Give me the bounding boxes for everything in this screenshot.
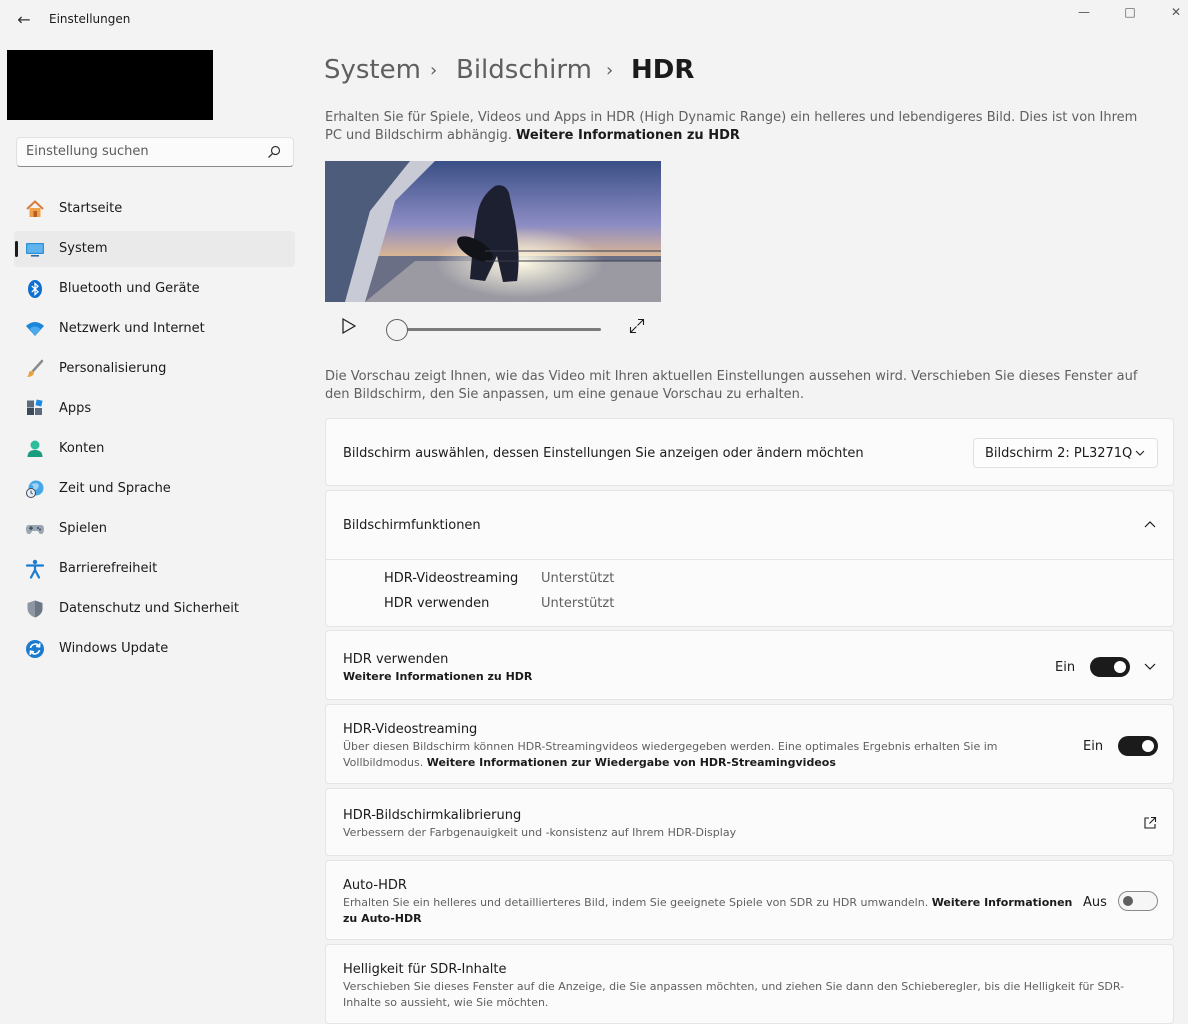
fullscreen-icon[interactable] — [629, 318, 645, 334]
sidebar-item-label: Zeit und Sprache — [59, 481, 171, 496]
chevron-up-icon[interactable] — [1144, 520, 1156, 528]
search-icon[interactable] — [267, 145, 281, 159]
chevron-right-icon: › — [430, 60, 438, 81]
capabilities-title: Bildschirmfunktionen — [343, 518, 481, 533]
chevron-right-icon: › — [606, 60, 614, 81]
display-dropdown[interactable]: Bildschirm 2: PL3271Q — [973, 438, 1158, 468]
sidebar-item-bluetooth[interactable]: Bluetooth und Geräte — [14, 271, 295, 307]
calibration-description: Verbessern der Farbgenauigkeit und -kons… — [343, 826, 737, 839]
sidebar-item-label: Personalisierung — [59, 361, 167, 376]
display-dropdown-value: Bildschirm 2: PL3271Q — [985, 446, 1133, 461]
use-hdr-link[interactable]: Weitere Informationen zu HDR — [343, 669, 532, 685]
sidebar-item-spielen[interactable]: Spielen — [14, 511, 295, 547]
streaming-description: Über diesen Bildschirm können HDR-Stream… — [343, 740, 998, 769]
intro-text: Erhalten Sie für Spiele, Videos und Apps… — [325, 109, 1155, 145]
profile-card-redacted[interactable] — [7, 50, 213, 120]
paintbrush-icon — [27, 359, 44, 377]
video-progress-thumb[interactable] — [386, 319, 408, 341]
sidebar-item-barrierefreiheit[interactable]: Barrierefreiheit — [14, 551, 295, 587]
accessibility-icon — [25, 559, 45, 579]
chevron-down-icon[interactable] — [1144, 663, 1156, 671]
sidebar-item-zeit-sprache[interactable]: Zeit und Sprache — [14, 471, 295, 507]
shield-icon — [27, 600, 43, 618]
sidebar-item-label: Spielen — [59, 521, 107, 536]
page-title: HDR — [631, 55, 695, 85]
use-hdr-toggle[interactable] — [1090, 657, 1130, 677]
sdr-brightness-title: Helligkeit für SDR-Inhalte — [343, 962, 507, 977]
sidebar-item-label: Startseite — [59, 201, 123, 216]
home-icon — [26, 200, 44, 217]
capability-label: HDR-Videostreaming — [384, 571, 519, 586]
streaming-state: Ein — [1083, 739, 1104, 754]
sidebar-item-label: Netzwerk und Internet — [59, 321, 205, 336]
sidebar-item-label: Barrierefreiheit — [59, 561, 158, 576]
auto-hdr-card: Auto-HDR Erhalten Sie ein helleres und d… — [325, 860, 1174, 940]
sidebar-item-apps[interactable]: Apps — [14, 391, 295, 427]
sidebar-item-startseite[interactable]: Startseite — [14, 191, 295, 227]
divider — [326, 559, 1173, 560]
use-hdr-card[interactable]: HDR verwenden Weitere Informationen zu H… — [325, 630, 1174, 700]
breadcrumb-system[interactable]: System — [324, 55, 421, 85]
bluetooth-icon — [28, 280, 42, 298]
close-icon[interactable]: ✕ — [1164, 4, 1188, 20]
use-hdr-state: Ein — [1055, 660, 1076, 675]
globe-clock-icon — [26, 480, 44, 498]
auto-hdr-state: Aus — [1083, 895, 1107, 910]
video-progress-track[interactable] — [396, 328, 601, 331]
active-indicator — [15, 241, 18, 257]
capability-value: Unterstützt — [541, 596, 615, 611]
auto-hdr-toggle[interactable] — [1118, 891, 1158, 911]
capability-value: Unterstützt — [541, 571, 615, 586]
search-input[interactable] — [26, 144, 256, 159]
sidebar-item-personalisierung[interactable]: Personalisierung — [14, 351, 295, 387]
sdr-brightness-description: Verschieben Sie dieses Fenster auf die A… — [343, 980, 1125, 1009]
window-title: Einstellungen — [49, 12, 131, 26]
breadcrumb-bildschirm[interactable]: Bildschirm — [456, 55, 592, 85]
calibration-card[interactable]: HDR-Bildschirmkalibrierung Verbessern de… — [325, 788, 1174, 856]
hdr-preview-image — [325, 161, 661, 302]
external-link-icon[interactable] — [1143, 816, 1157, 830]
system-display-icon — [26, 243, 44, 257]
capabilities-card: Bildschirmfunktionen HDR-Videostreaming … — [325, 490, 1174, 627]
preview-note: Die Vorschau zeigt Ihnen, wie das Video … — [325, 369, 1138, 402]
use-hdr-title: HDR verwenden — [343, 652, 449, 667]
sidebar-item-windows-update[interactable]: Windows Update — [14, 631, 295, 667]
update-icon — [26, 640, 44, 658]
sidebar-item-netzwerk[interactable]: Netzwerk und Internet — [14, 311, 295, 347]
sidebar-item-label: Apps — [59, 401, 92, 416]
auto-hdr-description: Erhalten Sie ein helleres und detaillier… — [343, 896, 1073, 925]
play-icon[interactable] — [341, 317, 357, 335]
sidebar-item-label: Bluetooth und Geräte — [59, 281, 200, 296]
display-select-card: Bildschirm auswählen, dessen Einstellung… — [325, 418, 1174, 486]
minimize-icon[interactable]: — — [1072, 4, 1096, 20]
sidebar-item-label: Windows Update — [59, 641, 169, 656]
capabilities-header[interactable]: Bildschirmfunktionen — [326, 491, 1173, 559]
streaming-info-link[interactable]: Weitere Informationen zur Wiedergabe von… — [427, 756, 836, 769]
sdr-brightness-card: Helligkeit für SDR-Inhalte Verschieben S… — [325, 944, 1174, 1024]
streaming-card: HDR-Videostreaming Über diesen Bildschir… — [325, 704, 1174, 784]
streaming-toggle[interactable] — [1118, 736, 1158, 756]
wifi-icon — [26, 322, 44, 336]
gamepad-icon — [26, 525, 44, 534]
display-select-label: Bildschirm auswählen, dessen Einstellung… — [343, 446, 864, 461]
sidebar-item-label: Konten — [59, 441, 105, 456]
calibration-title: HDR-Bildschirmkalibrierung — [343, 808, 522, 823]
search-box[interactable] — [16, 137, 294, 167]
capability-label: HDR verwenden — [384, 596, 490, 611]
auto-hdr-title: Auto-HDR — [343, 878, 407, 893]
chevron-down-icon — [1135, 450, 1145, 456]
apps-icon — [27, 399, 43, 415]
streaming-title: HDR-Videostreaming — [343, 722, 478, 737]
sidebar-item-datenschutz[interactable]: Datenschutz und Sicherheit — [14, 591, 295, 627]
person-icon — [27, 440, 43, 457]
sidebar-item-label: System — [59, 241, 108, 256]
back-arrow-icon[interactable]: ← — [14, 10, 34, 30]
sidebar-item-label: Datenschutz und Sicherheit — [59, 601, 239, 616]
hdr-info-link[interactable]: Weitere Informationen zu HDR — [516, 128, 740, 143]
sidebar-item-system[interactable]: System — [14, 231, 295, 267]
maximize-icon[interactable]: □ — [1118, 4, 1142, 20]
sidebar-item-konten[interactable]: Konten — [14, 431, 295, 467]
